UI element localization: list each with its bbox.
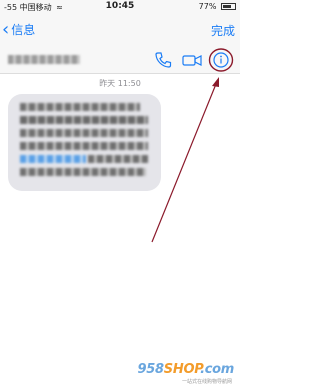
- battery-indicator: 77%: [199, 2, 236, 11]
- phone-icon[interactable]: [153, 50, 173, 70]
- message-bubble-incoming[interactable]: [8, 94, 161, 191]
- back-button[interactable]: ‹ 信息: [2, 18, 36, 40]
- video-camera-icon[interactable]: [181, 50, 203, 70]
- message-line-redacted: [20, 142, 148, 150]
- message-line-redacted: [88, 155, 148, 163]
- back-label: 信息: [11, 23, 36, 37]
- info-icon[interactable]: [208, 47, 234, 73]
- message-line-redacted: [20, 103, 140, 111]
- message-link-redacted[interactable]: [20, 155, 86, 163]
- message-line-redacted: [20, 168, 146, 176]
- watermark-number: 958: [137, 362, 165, 377]
- message-line-redacted: [20, 116, 148, 124]
- chevron-left-icon: ‹: [2, 18, 10, 40]
- watermark-shop: SHOP: [163, 362, 201, 377]
- watermark-logo: 958SHOP.com: [137, 362, 235, 377]
- battery-icon: [221, 3, 236, 10]
- watermark-subtitle: 一站式在线购物导航网: [181, 379, 232, 385]
- contact-name-redacted: [8, 55, 80, 64]
- watermark-domain: .com: [200, 362, 234, 377]
- message-timestamp: 昨天 11:50: [99, 79, 141, 88]
- battery-percent: 77%: [198, 2, 217, 11]
- navigation-bar: ‹ 信息 完成: [0, 14, 240, 46]
- message-line-redacted: [20, 129, 148, 137]
- contact-header: [0, 46, 240, 74]
- arrow-line: [151, 83, 217, 243]
- done-button[interactable]: 完成: [211, 22, 235, 39]
- status-bar: -55 中国移动 ≈ 10:45 77%: [0, 0, 240, 14]
